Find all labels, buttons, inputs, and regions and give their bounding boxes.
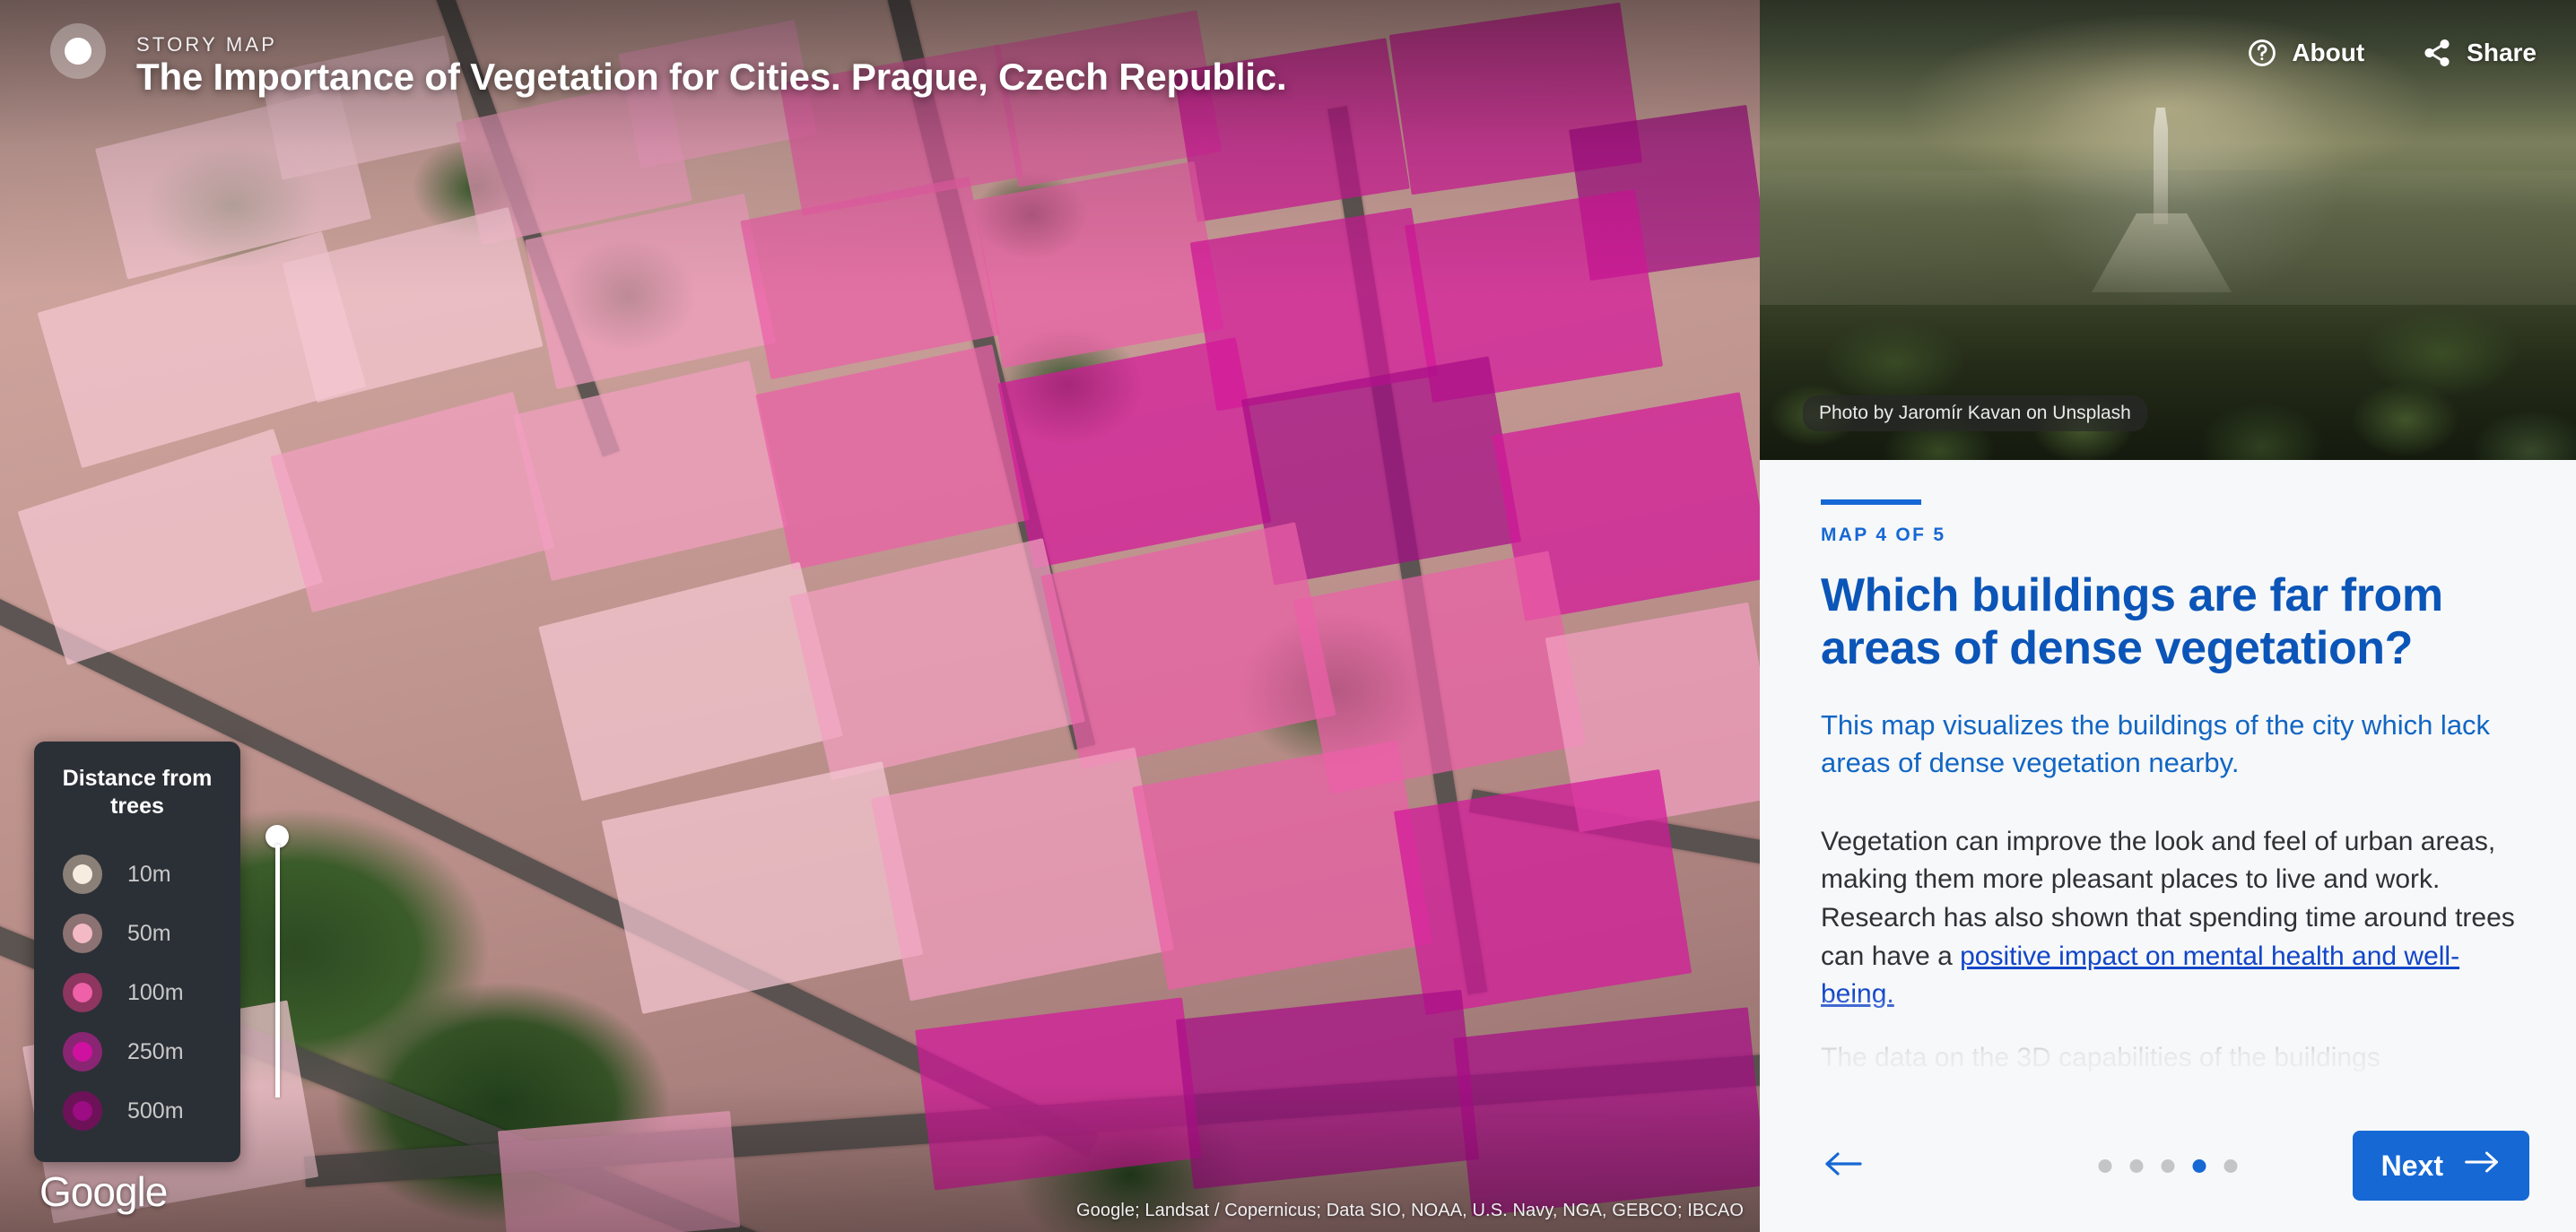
legend-swatch-core xyxy=(73,924,92,943)
map-pin-stem xyxy=(275,845,280,1098)
legend-swatch-icon xyxy=(63,914,102,953)
pagination-dot-2[interactable] xyxy=(2130,1159,2144,1173)
map-canvas[interactable]: Distance from trees 10m 50m 100m 250m 500m G… xyxy=(0,0,1760,1232)
legend-item-500m[interactable]: 500m xyxy=(50,1081,224,1141)
story-kicker: STORY MAP xyxy=(136,33,277,56)
legend-swatch-core xyxy=(73,864,92,884)
pagination-dot-3[interactable] xyxy=(2162,1159,2175,1173)
share-button[interactable]: Share xyxy=(2422,38,2537,68)
panel-actions: About Share xyxy=(2247,38,2537,68)
story-map-app: Distance from trees 10m 50m 100m 250m 500m G… xyxy=(0,0,2576,1232)
legend-item-10m[interactable]: 10m xyxy=(50,845,224,904)
panel-body-paragraph: Vegetation can improve the look and feel… xyxy=(1821,823,2515,1014)
arrow-left-icon xyxy=(1823,1150,1864,1183)
legend-item-label: 250m xyxy=(127,1039,184,1065)
help-circle-icon xyxy=(2247,38,2277,68)
avatar-inner-dot xyxy=(65,38,91,65)
about-button[interactable]: About xyxy=(2247,38,2364,68)
legend-panel: Distance from trees 10m 50m 100m 250m 500m xyxy=(34,742,240,1162)
share-label: Share xyxy=(2467,39,2537,67)
arrow-right-icon xyxy=(2463,1149,2501,1183)
legend-swatch-core xyxy=(73,1101,92,1121)
legend-item-label: 10m xyxy=(127,862,171,888)
story-panel: About Share Photo by Jarom xyxy=(1760,0,2576,1232)
share-nodes-icon xyxy=(2422,38,2452,68)
photo-credit[interactable]: Photo by Jaromír Kavan on Unsplash xyxy=(1803,395,2147,431)
google-logo: Google xyxy=(39,1167,167,1216)
legend-item-50m[interactable]: 50m xyxy=(50,904,224,963)
legend-item-label: 500m xyxy=(127,1098,184,1124)
about-label: About xyxy=(2292,39,2364,67)
legend-swatch-icon xyxy=(63,1091,102,1131)
legend-title: Distance from trees xyxy=(50,765,224,820)
map-attribution: Google; Landsat / Copernicus; Data SIO, … xyxy=(1076,1201,1744,1221)
pagination-dot-5[interactable] xyxy=(2224,1159,2238,1173)
panel-hero-photo: About Share Photo by Jarom xyxy=(1760,0,2576,460)
panel-body-paragraph-truncated: The data on the 3D capabilities of the b… xyxy=(1821,1039,2515,1078)
accent-rule xyxy=(1821,499,1921,505)
panel-footer: Next xyxy=(1760,1099,2576,1232)
legend-item-250m[interactable]: 250m xyxy=(50,1022,224,1081)
legend-swatch-icon xyxy=(63,973,102,1012)
story-header: STORY MAP The Importance of Vegetation f… xyxy=(0,0,1760,126)
pagination-dot-1[interactable] xyxy=(2099,1159,2112,1173)
legend-swatch-core xyxy=(73,983,92,1002)
legend-swatch-icon xyxy=(63,1032,102,1071)
legend-item-label: 100m xyxy=(127,980,184,1006)
legend-item-label: 50m xyxy=(127,921,171,947)
panel-content: MAP 4 OF 5 Which buildings are far from … xyxy=(1760,460,2576,1099)
next-label: Next xyxy=(2381,1150,2443,1183)
legend-item-100m[interactable]: 100m xyxy=(50,963,224,1022)
next-button[interactable]: Next xyxy=(2353,1131,2529,1201)
page-title: The Importance of Vegetation for Cities.… xyxy=(136,56,1286,99)
legend-swatch-icon xyxy=(63,855,102,894)
map-counter: MAP 4 OF 5 xyxy=(1821,525,2515,546)
legend-swatch-core xyxy=(73,1042,92,1062)
circle-avatar-icon xyxy=(50,23,106,79)
pagination-dots xyxy=(2099,1159,2238,1173)
pagination-dot-4[interactable] xyxy=(2193,1159,2206,1173)
legend-rows: 10m 50m 100m 250m 500m xyxy=(50,845,224,1141)
panel-lead-paragraph: This map visualizes the buildings of the… xyxy=(1821,707,2515,782)
panel-heading: Which buildings are far from areas of de… xyxy=(1821,569,2515,676)
back-button[interactable] xyxy=(1817,1140,1869,1192)
